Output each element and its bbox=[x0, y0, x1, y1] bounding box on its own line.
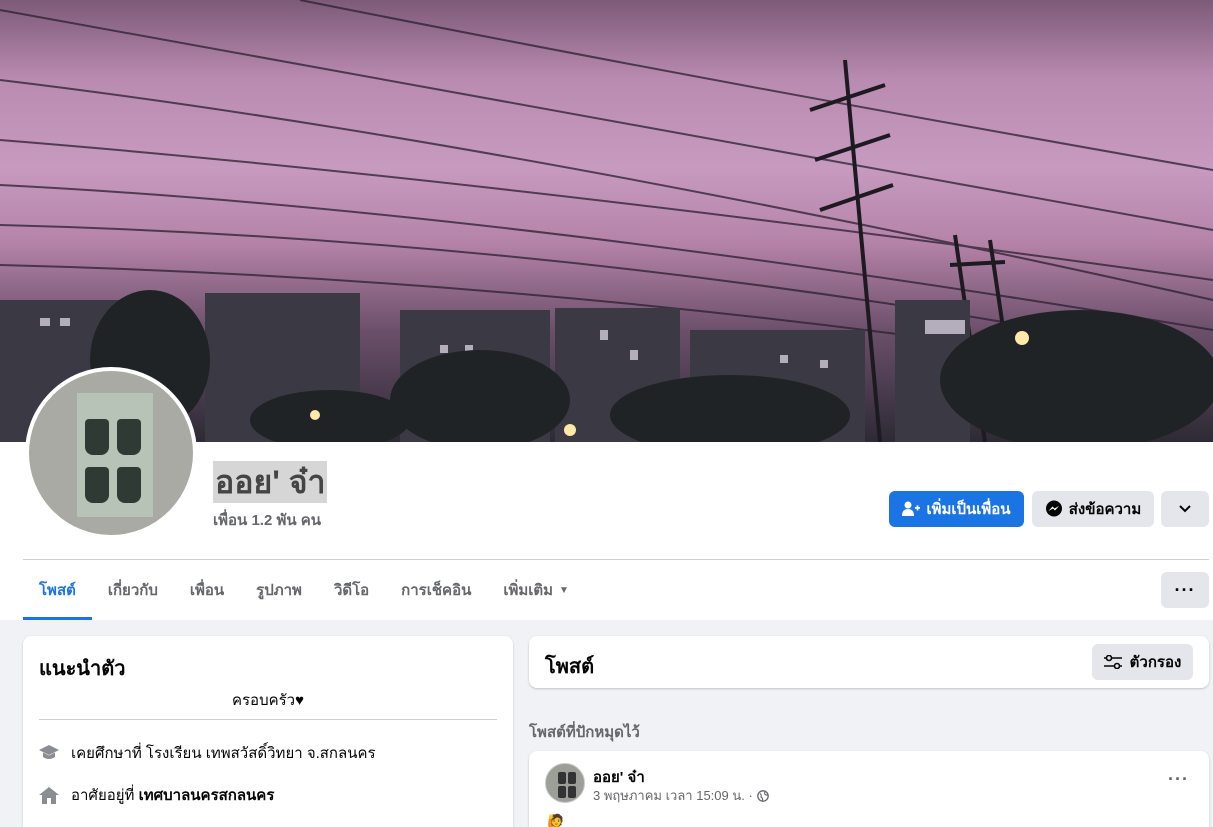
tab-label: เพิ่มเติม bbox=[503, 582, 554, 599]
friends-count-link[interactable]: เพื่อน 1.2 พัน คน bbox=[213, 508, 321, 532]
tab-label: เกี่ยวกับ bbox=[107, 582, 158, 599]
posts-title: โพสต์ bbox=[545, 656, 595, 678]
pinned-posts-label: โพสต์ที่ปักหมุดไว้ bbox=[529, 724, 640, 741]
intro-lives-in: อาศัยอยู่ที่ เทศบาลนครสกลนคร bbox=[39, 783, 274, 807]
caret-down-icon: ▼ bbox=[559, 584, 569, 596]
person-plus-icon bbox=[902, 501, 921, 516]
post-card: ออย' จ๋า 3 พฤษภาคม เวลา 15:09 น. · ··· 🙋 bbox=[529, 751, 1209, 827]
home-icon bbox=[39, 787, 59, 804]
post-timestamp[interactable]: 3 พฤษภาคม เวลา 15:09 น. · bbox=[593, 785, 753, 806]
tab-label: เพื่อน bbox=[189, 582, 225, 599]
tab-label: วิดีโอ bbox=[333, 582, 370, 599]
ellipsis-icon: ··· bbox=[1168, 769, 1189, 789]
filter-label: ตัวกรอง bbox=[1129, 654, 1182, 671]
profile-tabs: โพสต์ เกี่ยวกับ เพื่อน รูปภาพ วิดีโอ การ… bbox=[23, 560, 585, 620]
cover-photo-art bbox=[0, 0, 1213, 442]
education-school-link[interactable]: โรงเรียน เทพสวัสดิ์วิทยา จ.สกลนคร bbox=[146, 745, 376, 762]
intro-bio: ครอบครัว♥ bbox=[231, 692, 305, 709]
tab-checkins[interactable]: การเช็คอิน bbox=[385, 560, 487, 620]
post-author-avatar[interactable] bbox=[545, 763, 585, 803]
profile-options-button[interactable] bbox=[1161, 491, 1209, 527]
tab-label: โพสต์ bbox=[39, 582, 76, 599]
message-button[interactable]: ส่งข้อความ bbox=[1032, 491, 1154, 527]
tab-more[interactable]: เพิ่มเติม ▼ bbox=[487, 560, 585, 620]
post-content: 🙋 bbox=[547, 814, 566, 827]
intro-education: เคยศึกษาที่ โรงเรียน เทพสวัสดิ์วิทยา จ.ส… bbox=[39, 741, 376, 765]
message-label: ส่งข้อความ bbox=[1068, 501, 1142, 518]
filter-button[interactable]: ตัวกรอง bbox=[1092, 644, 1193, 680]
intro-title: แนะนำตัว bbox=[39, 658, 126, 680]
add-friend-label: เพิ่มเป็นเพื่อน bbox=[926, 501, 1011, 518]
tab-label: การเช็คอิน bbox=[401, 582, 472, 599]
intro-divider bbox=[39, 719, 497, 720]
intro-card: แนะนำตัว ครอบครัว♥ เคยศึกษาที่ โรงเรียน … bbox=[23, 636, 513, 827]
post-meta: 3 พฤษภาคม เวลา 15:09 น. · bbox=[593, 785, 769, 806]
post-options-button[interactable]: ··· bbox=[1168, 769, 1189, 790]
tab-photos[interactable]: รูปภาพ bbox=[240, 560, 318, 620]
messenger-icon bbox=[1045, 500, 1062, 517]
lives-location-link[interactable]: เทศบาลนครสกลนคร bbox=[139, 787, 275, 804]
tab-videos[interactable]: วิดีโอ bbox=[318, 560, 385, 620]
lives-prefix: อาศัยอยู่ที่ bbox=[71, 787, 139, 804]
sliders-icon bbox=[1103, 655, 1122, 669]
add-friend-button[interactable]: เพิ่มเป็นเพื่อน bbox=[889, 491, 1024, 527]
tab-label: รูปภาพ bbox=[256, 582, 302, 599]
education-prefix: เคยศึกษาที่ bbox=[71, 745, 146, 762]
tab-posts[interactable]: โพสต์ bbox=[23, 560, 92, 620]
profile-name: ออย' จ๋า bbox=[213, 461, 328, 503]
globe-icon[interactable] bbox=[756, 789, 769, 802]
avatar-photo bbox=[77, 393, 153, 517]
profile-avatar[interactable] bbox=[25, 367, 197, 539]
cover-photo[interactable] bbox=[0, 0, 1213, 442]
posts-header-card: โพสต์ ตัวกรอง bbox=[529, 636, 1209, 688]
chevron-down-icon bbox=[1179, 505, 1191, 513]
more-options-button[interactable]: ··· bbox=[1161, 572, 1209, 608]
graduation-cap-icon bbox=[39, 745, 59, 759]
ellipsis-icon: ··· bbox=[1174, 579, 1196, 600]
tab-friends[interactable]: เพื่อน bbox=[174, 560, 240, 620]
tab-about[interactable]: เกี่ยวกับ bbox=[92, 560, 174, 620]
